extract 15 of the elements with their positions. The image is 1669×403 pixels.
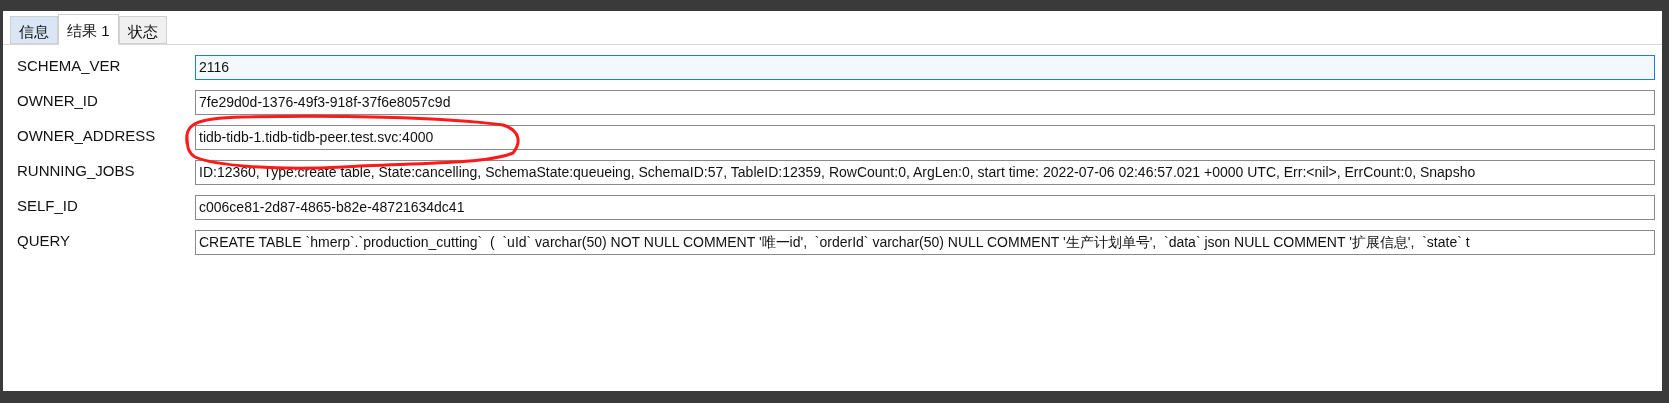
- field-label: SCHEMA_VER: [16, 56, 122, 76]
- value-field[interactable]: ID:12360, Type:create table, State:cancelling, SchemaState:queueing, SchemaID:57, TableID:12359, RowCount:0, ArgLen:0, start time: 2022-07-06 02:46:57.021 +0000 UTC, Err:<nil>, ErrCount:0, Snapsho: [195, 160, 1655, 185]
- field-label: OWNER_ID: [16, 91, 99, 111]
- tab[interactable]: 结果 1: [58, 14, 119, 45]
- field-label: QUERY: [16, 231, 72, 251]
- value-field[interactable]: 7fe29d0d-1376-49f3-918f-37f6e8057c9d: [195, 90, 1655, 115]
- value-field[interactable]: tidb-tidb-1.tidb-tidb-peer.test.svc:4000: [195, 125, 1655, 150]
- field-label: RUNNING_JOBS: [16, 161, 136, 181]
- tab[interactable]: 信息: [10, 16, 58, 44]
- field-label: OWNER_ADDRESS: [16, 126, 157, 146]
- value-field[interactable]: CREATE TABLE `hmerp`.`production_cutting` ( `uId` varchar(50) NOT NULL COMMENT '唯一id', `orderId` varchar(50) NULL COMMENT '生产计划单号', `data` json NULL COMMENT '扩展信息', `state` t: [195, 230, 1655, 255]
- field-label: SELF_ID: [16, 196, 79, 216]
- value-field[interactable]: 2116: [195, 55, 1655, 80]
- tab[interactable]: 状态: [118, 16, 167, 44]
- value-field[interactable]: c006ce81-2d87-4865-b82e-48721634dc41: [195, 195, 1655, 220]
